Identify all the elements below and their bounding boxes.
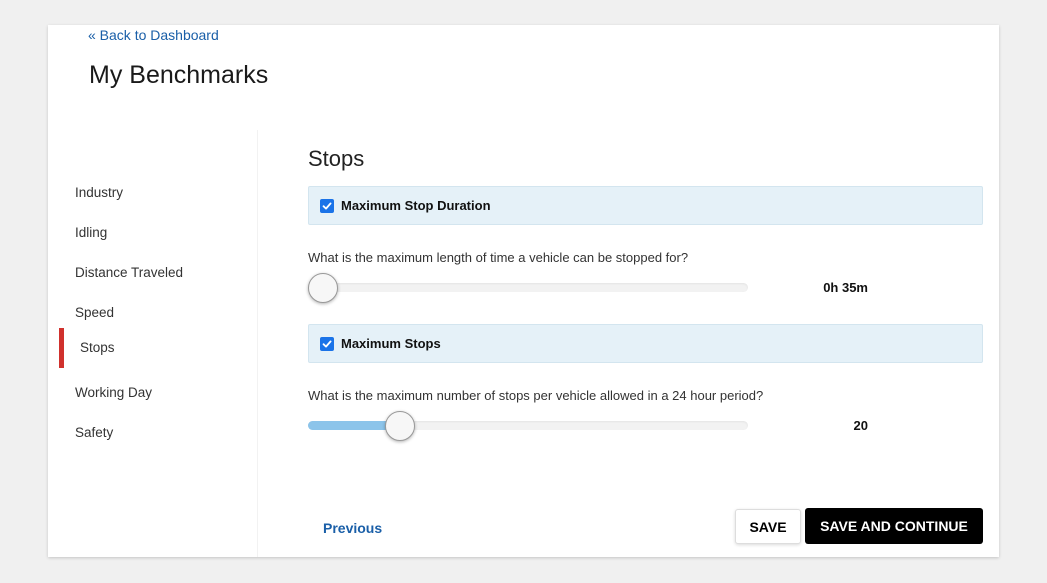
sidebar-item-stops[interactable]: Stops (48, 328, 258, 368)
max-stops-value: 20 (853, 418, 868, 433)
sidebar-item-industry[interactable]: Industry (48, 173, 258, 213)
stop-duration-checkbox[interactable] (320, 199, 334, 213)
stop-duration-value: 0h 35m (823, 280, 868, 295)
check-icon (322, 340, 332, 348)
sidebar-item-speed[interactable]: Speed (48, 293, 258, 333)
sidebar-item-safety[interactable]: Safety (48, 413, 258, 453)
save-button[interactable]: SAVE (735, 509, 801, 544)
max-stops-question: What is the maximum number of stops per … (308, 388, 764, 403)
sidebar-item-distance-traveled[interactable]: Distance Traveled (48, 253, 258, 293)
previous-link[interactable]: Previous (323, 520, 382, 536)
max-stops-slider-handle[interactable] (385, 411, 416, 441)
stop-duration-label: Maximum Stop Duration (341, 198, 491, 213)
max-stops-checkbox[interactable] (320, 337, 334, 351)
back-to-dashboard-link[interactable]: « Back to Dashboard (88, 27, 219, 43)
stop-duration-question: What is the maximum length of time a veh… (308, 250, 689, 265)
stop-duration-slider[interactable] (308, 273, 748, 303)
page-title: My Benchmarks (89, 61, 269, 89)
stop-duration-slider-handle[interactable] (308, 273, 338, 303)
sidebar-item-idling[interactable]: Idling (48, 213, 258, 253)
sidebar-item-working-day[interactable]: Working Day (48, 373, 258, 413)
benchmark-panel-max-stops: Maximum Stops (308, 324, 983, 363)
sidebar: Industry Idling Distance Traveled Speed … (48, 130, 258, 557)
benchmarks-card: « Back to Dashboard My Benchmarks Indust… (48, 25, 999, 557)
check-icon (322, 202, 332, 210)
save-and-continue-button[interactable]: SAVE AND CONTINUE (805, 508, 983, 544)
max-stops-label: Maximum Stops (341, 336, 441, 351)
section-title: Stops (308, 146, 365, 171)
max-stops-slider[interactable] (308, 411, 748, 441)
benchmark-panel-stop-duration: Maximum Stop Duration (308, 186, 983, 225)
